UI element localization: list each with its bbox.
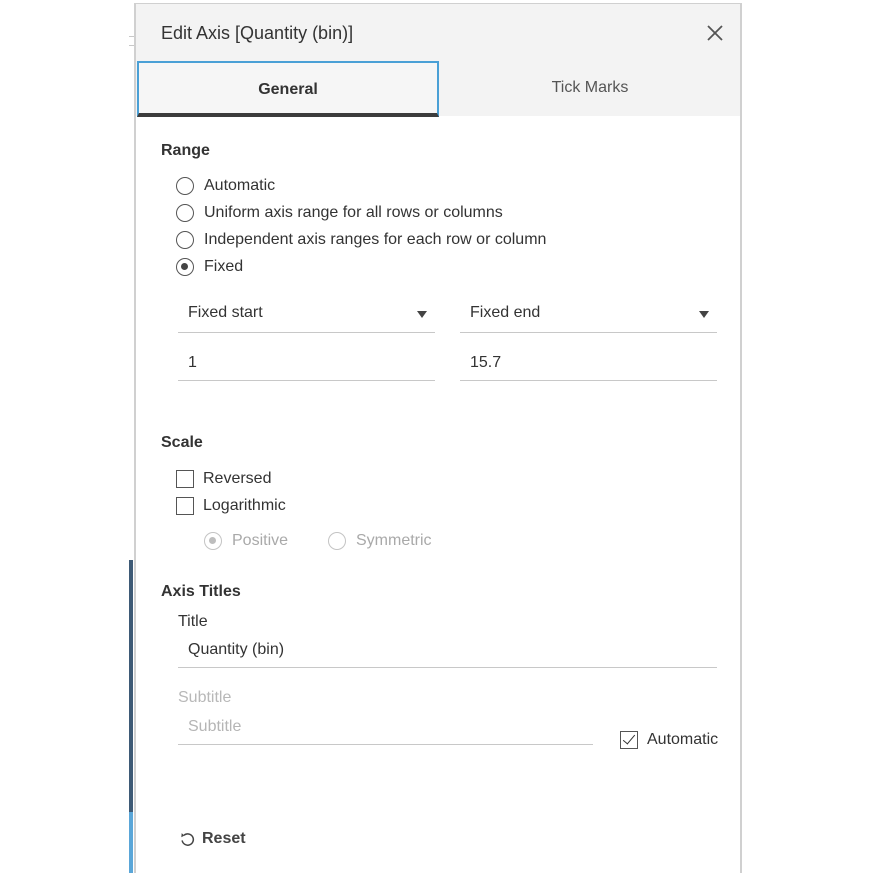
radio-label: Automatic — [204, 177, 276, 194]
input-placeholder: Subtitle — [188, 718, 242, 735]
radio-automatic[interactable]: Automatic — [176, 175, 275, 197]
select-value: Fixed end — [470, 304, 541, 321]
checkbox-label: Automatic — [647, 731, 719, 748]
radio-fixed[interactable]: Fixed — [176, 256, 243, 278]
range-heading: Range — [161, 142, 210, 159]
checkbox-box[interactable] — [176, 470, 194, 488]
logarithmic-checkbox[interactable]: Logarithmic — [176, 495, 286, 517]
tab-general[interactable]: General — [137, 61, 439, 117]
fixed-end-select[interactable]: Fixed end — [460, 297, 717, 333]
title-input[interactable]: Quantity (bin) — [178, 632, 717, 668]
radio-button — [204, 532, 222, 550]
subtitle-input: Subtitle — [178, 709, 593, 745]
radio-button — [328, 532, 346, 550]
radio-symmetric: Symmetric — [328, 530, 432, 552]
dialog-title: Edit Axis [Quantity (bin)] — [161, 23, 354, 43]
checkbox-box[interactable] — [620, 731, 638, 749]
edit-axis-dialog: Edit Axis [Quantity (bin)] General Tick … — [134, 3, 742, 873]
close-button[interactable] — [704, 22, 726, 44]
radio-label: Positive — [232, 532, 289, 549]
input-value: 1 — [188, 354, 197, 371]
radio-label: Fixed — [204, 258, 244, 275]
radio-label: Independent axis ranges for each row or … — [204, 231, 547, 248]
input-value: Quantity (bin) — [188, 641, 285, 658]
reset-label: Reset — [202, 830, 246, 847]
radio-label: Uniform axis range for all rows or colum… — [204, 204, 503, 221]
radio-button[interactable] — [176, 204, 194, 222]
checkbox-box[interactable] — [176, 497, 194, 515]
input-value: 15.7 — [470, 354, 502, 371]
reversed-checkbox[interactable]: Reversed — [176, 468, 271, 490]
radio-uniform-range[interactable]: Uniform axis range for all rows or colum… — [176, 202, 503, 224]
select-value: Fixed start — [188, 304, 263, 321]
close-icon — [707, 25, 723, 41]
subtitle-label: Subtitle — [178, 689, 232, 706]
background-app — [0, 0, 134, 873]
fixed-end-input[interactable]: 15.7 — [460, 345, 717, 381]
sidebar-accent-light — [129, 812, 133, 873]
radio-button[interactable] — [176, 177, 194, 195]
sidebar-accent-dark — [129, 560, 133, 812]
reset-button[interactable]: Reset — [180, 830, 246, 848]
tab-tick-marks[interactable]: Tick Marks — [439, 61, 741, 117]
reset-icon — [181, 832, 195, 846]
radio-independent-ranges[interactable]: Independent axis ranges for each row or … — [176, 229, 546, 251]
fixed-start-input[interactable]: 1 — [178, 345, 435, 381]
chevron-down-icon — [417, 311, 427, 318]
axis-titles-heading: Axis Titles — [161, 583, 241, 600]
radio-positive: Positive — [204, 530, 288, 552]
radio-button[interactable] — [176, 231, 194, 249]
fixed-start-select[interactable]: Fixed start — [178, 297, 435, 333]
title-label: Title — [178, 613, 208, 630]
checkbox-label: Reversed — [203, 470, 272, 487]
scale-heading: Scale — [161, 434, 203, 451]
radio-button[interactable] — [176, 258, 194, 276]
radio-label: Symmetric — [356, 532, 432, 549]
chevron-down-icon — [699, 311, 709, 318]
automatic-subtitle-checkbox[interactable]: Automatic — [620, 729, 718, 751]
checkbox-label: Logarithmic — [203, 497, 286, 514]
